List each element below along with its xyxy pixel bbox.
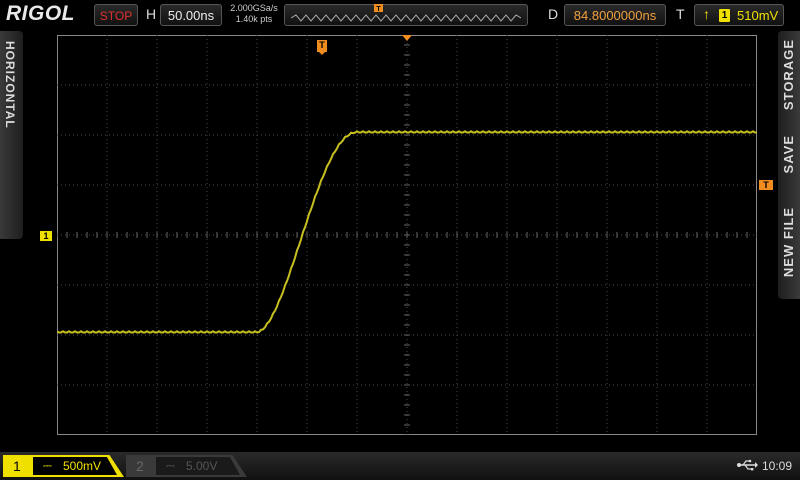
memory-trigger-marker-icon: T xyxy=(374,4,383,13)
trigger-source-badge: 1 xyxy=(719,9,730,22)
timebase-display[interactable]: 50.00ns xyxy=(160,4,222,26)
horizontal-tab-label: HORIZONTAL xyxy=(3,41,17,129)
trigger-display[interactable]: ↑ 1 510mV xyxy=(694,4,784,26)
brand-logo: RIGOL xyxy=(6,2,75,25)
trigger-label: T xyxy=(676,6,685,22)
rising-edge-icon: ↑ xyxy=(703,6,710,22)
grid-lines xyxy=(57,35,757,435)
memory-depth: 1.40k pts xyxy=(235,14,273,24)
clock: 10:09 xyxy=(762,459,793,473)
svg-text:T: T xyxy=(376,6,381,13)
horizontal-label: H xyxy=(146,6,157,22)
trigger-level-value: 510mV xyxy=(737,8,779,23)
save-tab-label[interactable]: SAVE xyxy=(781,135,796,173)
delay-display[interactable]: 84.8000000ns xyxy=(564,4,666,26)
acquisition-info: 2.000GSa/s 1.40k pts xyxy=(226,3,282,25)
bottom-status-bar: 1 ⎓ 500mV 2 ⎓ 5.00V 10:09 xyxy=(0,452,800,480)
delay-center-marker xyxy=(402,35,412,41)
ch1-settings: ⎓ 500mV xyxy=(33,457,117,475)
memory-waveform-icon xyxy=(291,14,521,22)
sample-rate: 2.000GSa/s xyxy=(230,3,278,13)
ch1-scale: 500mV xyxy=(63,459,102,473)
top-status-bar: RIGOL STOP H 50.00ns 2.000GSa/s 1.40k pt… xyxy=(0,0,800,31)
dc-coupling-icon: ⎓ xyxy=(43,460,52,472)
new-file-tab-label[interactable]: NEW FILE xyxy=(781,207,796,277)
status-text: STOP xyxy=(99,9,133,23)
waveform-grid xyxy=(57,35,757,435)
run-stop-status[interactable]: STOP xyxy=(94,4,138,26)
usb-icon xyxy=(737,459,758,471)
ch1-offset-marker[interactable]: 1 xyxy=(40,231,52,241)
trigger-position-marker[interactable]: T xyxy=(317,40,327,55)
timebase-value: 50.00ns xyxy=(167,8,215,23)
ch1-indicator[interactable]: 1 ⎓ 500mV xyxy=(3,455,124,477)
storage-tab-label: STORAGE xyxy=(781,39,796,111)
ch1-number: 1 xyxy=(13,458,21,474)
ch2-indicator[interactable]: 2 ⎓ 5.00V xyxy=(126,455,247,477)
delay-label: D xyxy=(548,6,559,22)
memory-overview[interactable] xyxy=(284,4,528,26)
ch2-scale: 5.00V xyxy=(186,459,218,473)
storage-menu-tab[interactable]: STORAGE SAVE NEW FILE xyxy=(778,31,800,299)
trigger-level-marker[interactable]: T xyxy=(759,180,773,190)
delay-value: 84.8000000ns xyxy=(573,8,657,23)
ch2-settings: ⎓ 5.00V xyxy=(156,457,240,475)
horizontal-menu-tab[interactable]: HORIZONTAL xyxy=(0,31,23,239)
dc-coupling-icon: ⎓ xyxy=(166,460,175,472)
ch2-number: 2 xyxy=(136,458,144,474)
